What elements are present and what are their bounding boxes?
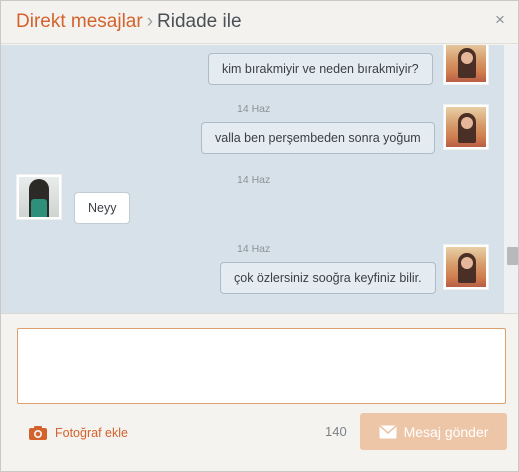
envelope-icon xyxy=(379,424,397,438)
message-bubble: valla ben perşembeden sonra yoğum xyxy=(201,122,435,154)
message-composer: Fotoğraf ekle 140 Mesaj gönder xyxy=(1,313,518,471)
my-avatar[interactable] xyxy=(443,45,489,85)
message-timestamp: 14 Haz xyxy=(237,103,271,115)
direct-messages-link[interactable]: Direkt mesajlar xyxy=(16,11,143,32)
breadcrumb-separator: › xyxy=(146,11,154,32)
my-avatar[interactable] xyxy=(443,104,489,150)
message-timestamp: 14 Haz xyxy=(237,174,271,186)
send-message-label: Mesaj gönder xyxy=(403,423,489,440)
message-bubble: kim bırakmiyir ve neden bırakmiyir? xyxy=(208,53,433,85)
other-user-avatar[interactable] xyxy=(16,174,62,220)
send-message-button[interactable]: Mesaj gönder xyxy=(360,413,507,450)
dialog-header: Direkt mesajlar › Ridade ile × xyxy=(1,1,518,44)
message-timestamp: 14 Haz xyxy=(237,243,271,255)
scrollbar-thumb[interactable] xyxy=(507,247,518,265)
message-scrollbar[interactable] xyxy=(504,45,518,313)
character-counter: 140 xyxy=(325,424,347,439)
close-icon[interactable]: × xyxy=(492,11,508,29)
my-profile-photo xyxy=(446,247,486,287)
my-avatar[interactable] xyxy=(443,244,489,290)
conversation-user-title: Ridade ile xyxy=(157,11,242,32)
message-bubble: Neyy xyxy=(74,192,131,224)
my-profile-photo xyxy=(446,107,486,147)
my-profile-photo xyxy=(446,45,486,82)
message-list: kim bırakmiyir ve neden bırakmiyir? 14 H… xyxy=(1,45,518,313)
direct-messages-dialog: Direkt mesajlar › Ridade ile × kim bırakmi… xyxy=(0,0,519,472)
add-photo-button[interactable]: Fotoğraf ekle xyxy=(28,424,128,442)
add-photo-label: Fotoğraf ekle xyxy=(55,426,128,440)
camera-icon xyxy=(29,426,47,440)
message-bubble: çok özlersiniz sooğra keyfiniz bilir. xyxy=(220,262,436,294)
other-user-profile-photo xyxy=(19,177,59,217)
dialog-title: Direkt mesajlar › Ridade ile xyxy=(16,11,242,33)
message-input[interactable] xyxy=(17,328,506,404)
